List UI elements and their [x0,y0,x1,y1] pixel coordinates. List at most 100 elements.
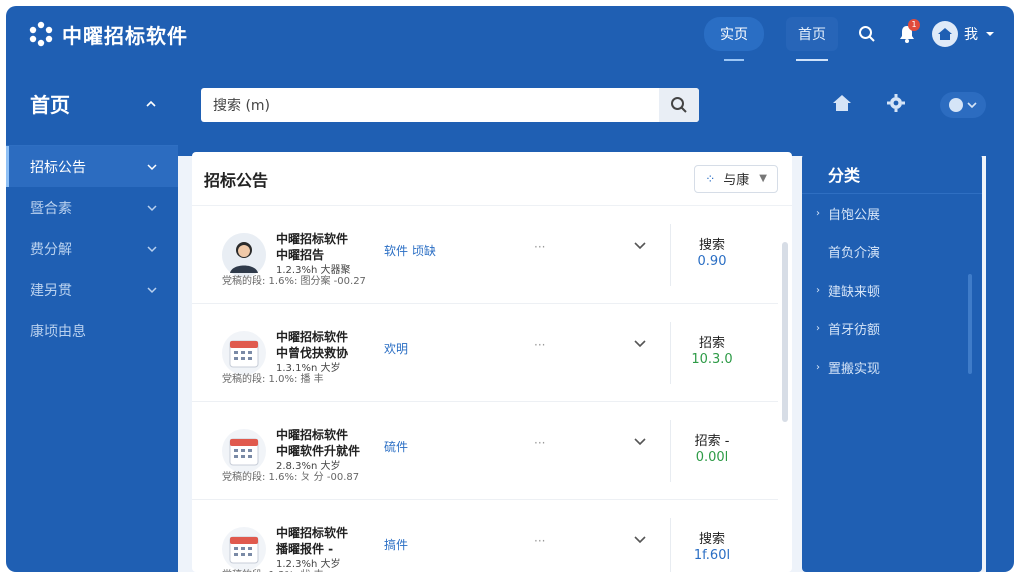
list-item[interactable]: 中曜招标软件 中曾伐抉救协 1.3.1%n 大岁 党稿的段: 1.0%: 播 丰欢明 ·… [192,304,778,402]
scrollbar[interactable] [782,242,788,422]
notification-button[interactable]: 1 [892,19,922,49]
panel-header: 招标公告 ⁘ 与康 ▼ [192,152,792,206]
category-title: 分类 [802,154,982,194]
sidebar-title: 首页 [30,93,70,117]
announcement-panel: 招标公告 ⁘ 与康 ▼ 中曜招标软件 中曜招告 1.2.3%h 大器聚 党稿的段: 1… [192,152,792,572]
category-item[interactable]: 首负介演 [802,233,982,272]
chevron-down-icon[interactable] [632,238,648,254]
user-name: 我 [964,27,978,43]
chevron-right-icon: › [816,361,820,373]
list-item[interactable]: 中曜招标软件 中曜软件升就件 2.8.3%n 大岁 党稿的段: 1.6%: ㄆ 分 -… [192,402,778,500]
divider [670,224,671,286]
home-icon [938,28,952,40]
chevron-right-icon: › [816,284,820,296]
announcement-list: 中曜招标软件 中曜招告 1.2.3%h 大器聚 党稿的段: 1.6%: 图分案 -00… [192,206,792,572]
category-item[interactable]: › 置搬实现 [802,348,982,387]
chevron-up-icon [146,100,156,107]
search-button[interactable] [852,19,882,49]
item-subtitle: 中曾伐抉救协 [276,345,349,360]
chevron-down-icon[interactable] [632,532,648,548]
brand[interactable]: 中曜招标软件 [28,20,188,49]
category-item[interactable]: › 首牙彷额 [802,310,982,349]
item-title: 中曜招标软件 [276,525,349,540]
sidebar-item-label: 费分解 [30,241,72,258]
stat-label: 搜索 [698,532,725,547]
sidebar-item[interactable]: 费分解 [6,228,178,269]
search-bar: 搜索 (m) [201,88,699,122]
sidebar-item[interactable]: 招标公告 [6,146,178,187]
gear-icon [887,94,905,112]
chevron-down-icon [147,163,157,170]
sort-dropdown[interactable]: ⁘ 与康 ▼ [694,164,778,193]
home-icon [833,95,851,111]
category-label: 建缺来顿 [828,284,881,300]
stat-value: 0.00l [695,450,729,465]
category-label: 首负介演 [828,246,881,262]
item-title: 中曜招标软件 [276,231,349,246]
user-menu[interactable]: 我 [932,21,996,47]
more-icon[interactable]: ··· [534,240,545,254]
sidebar-item[interactable]: 建另贯 [6,269,178,310]
item-tag[interactable]: 搞件 [384,536,408,553]
chevron-right-icon: › [816,323,820,335]
item-tag[interactable]: 硫件 [384,438,408,455]
stat-value: 0.90 [697,254,727,269]
chevron-down-icon [147,204,157,211]
divider [670,518,671,572]
more-icon[interactable]: ··· [534,436,545,450]
category-label: 置搬实现 [828,361,881,377]
calendar-icon [222,330,266,375]
category-label: 自饱公展 [828,207,881,223]
search-submit-button[interactable] [659,88,699,122]
chevron-down-icon[interactable] [632,336,648,352]
calendar-icon [222,526,266,571]
search-input[interactable]: 搜索 (m) [201,95,659,115]
sidebar-header[interactable]: 首页 [6,62,178,146]
settings-button[interactable] [886,93,906,117]
profile-toggle[interactable] [940,92,986,118]
category-list: › 自饱公展首负介演 › 建缺来顿 › 首牙彷额 › 置搬实现 [802,194,982,387]
tab-home[interactable]: 首页 [786,17,838,61]
avatar [932,21,958,47]
chevron-down-icon[interactable] [632,434,648,450]
caret-down-icon: ▼ [759,173,767,184]
chevron-right-icon: › [816,207,820,219]
sidebar-item[interactable]: 康顷由息 [6,310,178,351]
item-subtitle: 播曜报件 - [276,541,334,556]
header-tools [798,92,986,118]
user-circle-icon [949,98,977,112]
item-tag[interactable]: 欢明 [384,340,408,357]
sidebar-item-label: 建另贯 [30,282,72,299]
list-item[interactable]: 中曜招标软件播曜报件 -1.2.3%h 大岁党稿的段: 1.3%: 状 丰 搞件 ·… [192,500,778,572]
category-label: 首牙彷额 [828,323,881,339]
category-scrollbar[interactable] [968,274,972,374]
search-icon [671,97,687,113]
stat-value: 10.3.0 [691,352,733,367]
more-icon[interactable]: ··· [534,338,545,352]
item-title: 中曜招标软件 [276,329,349,344]
sort-label: 与康 [723,173,750,188]
item-subtitle: 中曜招告 [276,247,325,262]
sidebar-item-label: 招标公告 [30,159,86,176]
divider [670,420,671,482]
home-button[interactable] [832,93,852,117]
search-icon [859,26,875,42]
brand-name: 中曜招标软件 [62,23,188,48]
sidebar-item-label: 暨合素 [30,200,72,217]
category-item[interactable]: › 自饱公展 [802,194,982,233]
sidebar-list: 招标公告暨合素费分解建另贯康顷由息 [6,146,178,351]
chevron-down-icon [147,245,157,252]
item-meta: 党稿的段: 1.6%: 图分案 -00.27 [222,276,366,287]
chevron-down-icon [986,32,994,36]
item-meta: 党稿的段: 1.6%: ㄆ 分 -00.87 [222,472,360,483]
notification-badge: 1 [908,19,920,31]
sidebar: 首页 招标公告暨合素费分解建另贯康顷由息 [6,62,178,572]
sidebar-item[interactable]: 暨合素 [6,187,178,228]
stat-label: 搜索 [698,238,725,253]
list-item[interactable]: 中曜招标软件 中曜招告 1.2.3%h 大器聚 党稿的段: 1.6%: 图分案 -00… [192,206,778,304]
stat-label: 招索 [698,336,725,351]
item-tag[interactable]: 软件 顷缺 [384,242,436,259]
category-item[interactable]: › 建缺来顿 [802,271,982,310]
more-icon[interactable]: ··· [534,534,545,548]
top-pill-button[interactable]: 实页 [704,17,764,61]
